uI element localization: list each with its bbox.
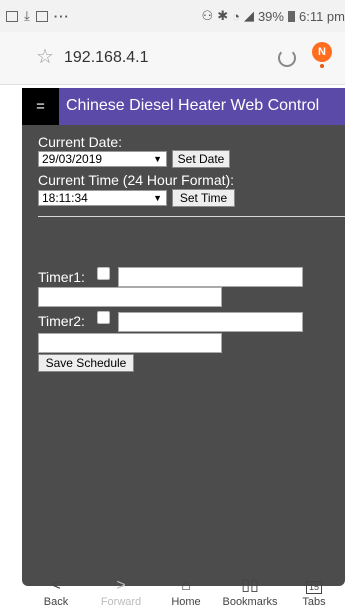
page-header: = Chinese Diesel Heater Web Control [22, 88, 345, 125]
reload-icon[interactable] [278, 49, 296, 67]
section-divider [38, 216, 345, 217]
bluetooth-icon: ✱ [217, 8, 229, 23]
gallery-icon [6, 10, 18, 22]
set-date-button[interactable]: Set Date [172, 150, 230, 168]
nav-back-label: Back [43, 596, 69, 608]
clock: 6:11 pm [298, 8, 345, 24]
battery-percent: 39% [257, 8, 284, 24]
status-right-icons: ⚇ ✱ ◔ ◢ 39% 6:11 pm [202, 8, 345, 24]
current-time-label: Current Time (24 Hour Format): [38, 172, 235, 188]
chevron-right-icon: > [116, 577, 126, 594]
page-title: Chinese Diesel Heater Web Control [66, 97, 320, 114]
url-field[interactable]: 192.168.4.1 [64, 49, 149, 67]
timer2-input[interactable] [118, 312, 303, 332]
dropdown-arrow-icon: ▼ [153, 154, 162, 164]
download-icon: ⤓ [24, 8, 30, 23]
more-notifications: ··· [53, 8, 70, 24]
timer1-checkbox[interactable] [97, 267, 110, 280]
tabs-icon: 15 [286, 576, 342, 596]
nav-forward-label: Forward [100, 596, 142, 608]
timer2-input-2[interactable] [38, 333, 222, 353]
nav-tabs[interactable]: 15 Tabs [286, 576, 342, 608]
battery-icon [287, 10, 295, 22]
nav-forward[interactable]: > Forward [93, 576, 149, 608]
status-left-icons: ⤓ ··· [6, 8, 70, 24]
browser-address-bar: ☆ 192.168.4.1 N [0, 32, 345, 85]
nav-home-label: Home [171, 596, 201, 608]
timer1-input-2[interactable] [38, 287, 222, 307]
bottom-navigation: < Back > Forward ⌂ Home ▯▯ Bookmarks 15 … [0, 577, 345, 612]
status-bar: ⤓ ··· ⚇ ✱ ◔ ◢ 39% 6:11 pm [0, 0, 345, 32]
dropdown-arrow-icon: ▼ [153, 193, 162, 203]
nav-home[interactable]: ⌂ Home [158, 576, 214, 608]
tabs-count: 15 [305, 581, 322, 594]
bookmark-star-icon[interactable]: ☆ [36, 47, 54, 67]
timer1-label: Timer1: [38, 269, 85, 285]
wifi-icon: ◔ [232, 8, 240, 24]
nav-tabs-label: Tabs [302, 596, 326, 608]
save-schedule-button[interactable]: Save Schedule [38, 354, 134, 372]
time-select[interactable]: 18:11:34 ▼ [38, 190, 167, 206]
timer2-label: Timer2: [38, 313, 85, 329]
nav-back[interactable]: < Back [28, 576, 84, 608]
chevron-left-icon: < [51, 577, 61, 594]
web-page: = Chinese Diesel Heater Web Control Curr… [22, 88, 345, 586]
current-date-label: Current Date: [38, 134, 123, 150]
set-time-button[interactable]: Set Time [172, 189, 235, 207]
bookmarks-icon: ▯▯ [241, 577, 259, 594]
notification-dot [320, 64, 324, 68]
nav-bookmarks[interactable]: ▯▯ Bookmarks [222, 576, 278, 608]
menu-button[interactable]: = [22, 88, 59, 125]
notification-icon[interactable]: N [312, 42, 332, 62]
network-icon: ⚇ [201, 8, 214, 23]
date-select-value: 29/03/2019 [42, 152, 103, 166]
time-select-value: 18:11:34 [42, 191, 88, 205]
screenshot-icon [35, 10, 48, 22]
home-icon: ⌂ [181, 577, 191, 594]
signal-icon: ◢ [243, 8, 254, 23]
nav-bookmarks-label: Bookmarks [222, 596, 278, 608]
timer2-checkbox[interactable] [97, 311, 110, 324]
timer1-input[interactable] [118, 267, 303, 287]
date-select[interactable]: 29/03/2019 ▼ [38, 151, 167, 167]
